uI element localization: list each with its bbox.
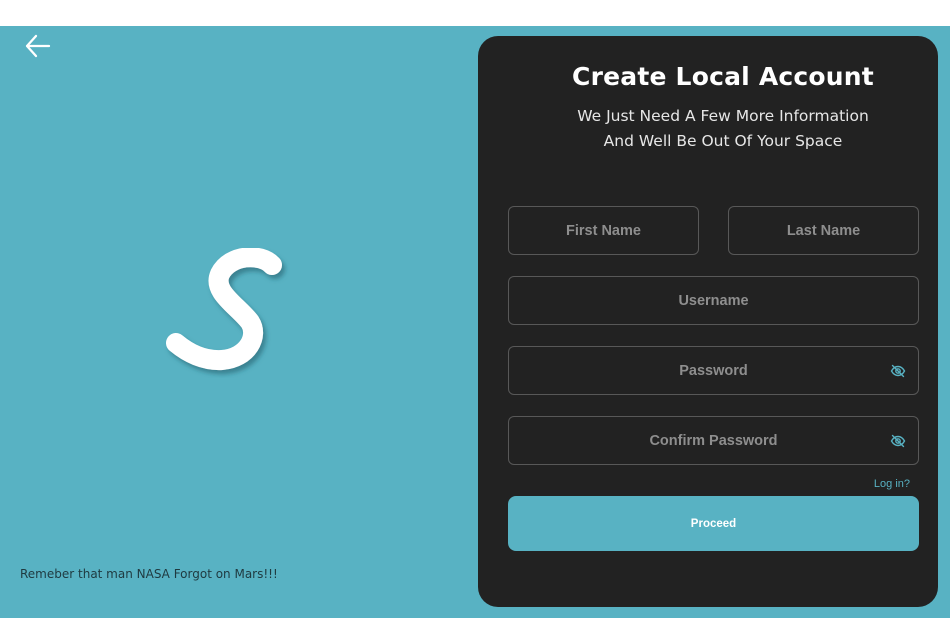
password-input[interactable] [509, 347, 918, 394]
username-field-box [508, 276, 919, 325]
back-button[interactable] [22, 32, 56, 60]
eye-slash-icon[interactable] [890, 433, 906, 449]
page-subtitle: We Just Need A Few More Information And … [478, 104, 950, 154]
login-link[interactable]: Log in? [874, 478, 910, 490]
top-strip [0, 0, 950, 26]
first-name-input[interactable] [509, 207, 698, 254]
arrow-left-icon [22, 32, 56, 60]
signup-screen: Remeber that man NASA Forgot on Mars!!! … [0, 26, 950, 618]
subtitle-line-2: And Well Be Out Of Your Space [603, 132, 843, 150]
subtitle-line-1: We Just Need A Few More Information [577, 107, 869, 125]
eye-slash-icon[interactable] [890, 363, 906, 379]
confirm-password-field-box [508, 416, 919, 465]
last-name-field-box [728, 206, 919, 255]
confirm-password-input[interactable] [509, 417, 918, 464]
proceed-button[interactable]: Proceed [508, 496, 919, 551]
page-title: Create Local Account [572, 62, 874, 91]
last-name-input[interactable] [729, 207, 918, 254]
password-field-box [508, 346, 919, 395]
s-logo-icon [160, 247, 290, 378]
create-account-card: Create Local Account We Just Need A Few … [478, 36, 938, 607]
footer-quote: Remeber that man NASA Forgot on Mars!!! [20, 567, 278, 581]
username-input[interactable] [509, 277, 918, 324]
first-name-field-box [508, 206, 699, 255]
